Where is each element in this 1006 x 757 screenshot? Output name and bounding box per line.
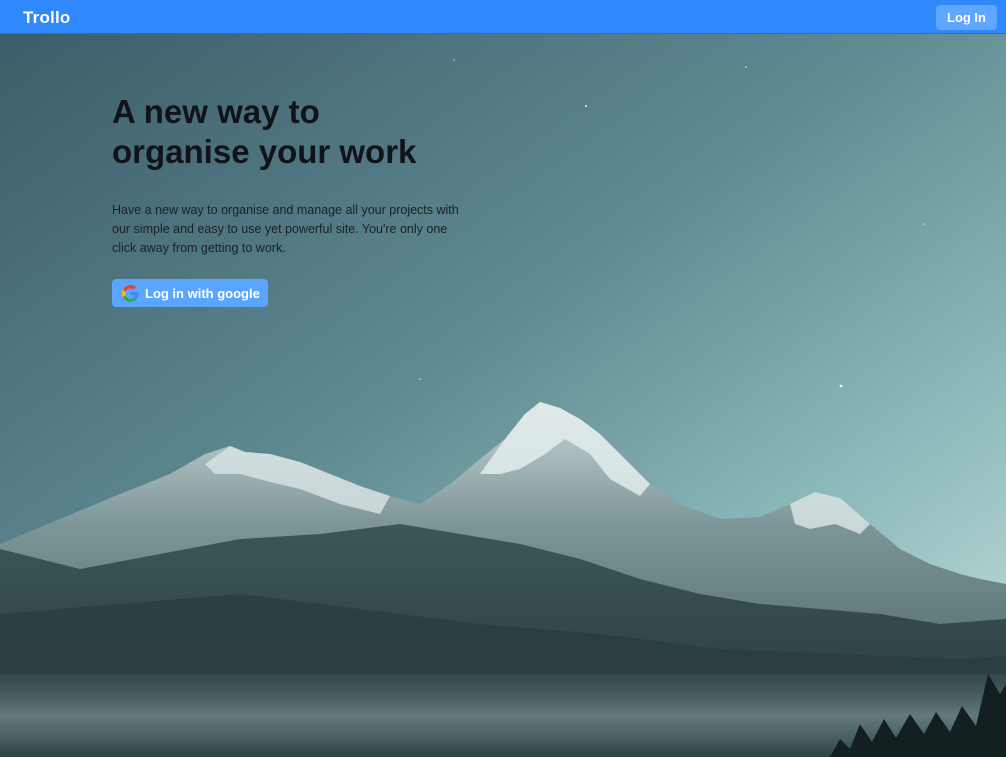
hero-title-line2: organise your work [112,133,417,170]
star [585,105,587,107]
login-button[interactable]: Log In [936,5,997,30]
google-login-label: Log in with google [145,285,260,301]
hero-description: Have a new way to organise and manage al… [112,203,459,255]
brand-logo-text[interactable]: Trollo [23,8,70,28]
star [745,66,747,68]
star [923,223,925,225]
star [419,378,421,380]
google-icon [122,284,139,302]
top-navbar: Trollo Log In [0,0,1006,34]
star [839,384,843,388]
hero-section: A new way to organise your work Have a n… [112,92,472,258]
hero-title: A new way to organise your work [112,92,472,172]
star [453,59,455,61]
hero-title-line1: A new way to [112,93,320,130]
landing-page: Trollo Log In A new way to organise your… [0,0,1006,757]
google-login-button[interactable]: Log in with google [112,279,268,307]
